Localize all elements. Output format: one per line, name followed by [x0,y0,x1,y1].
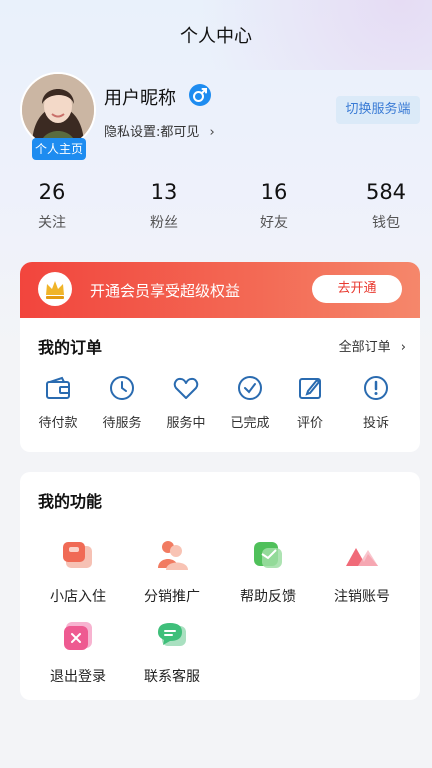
func-distribution[interactable]: 分销推广 [132,538,212,606]
stat-label: 钱包 [372,215,400,231]
stat-value: 26 [38,180,66,204]
func-help-feedback[interactable]: 帮助反馈 [228,538,308,606]
edit-icon [296,374,324,402]
func-label: 分销推广 [144,589,200,605]
open-vip-button[interactable]: 去开通 [312,275,402,303]
func-cancel-account[interactable]: 注销账号 [322,538,402,606]
stat-value: 13 [150,180,178,204]
order-label: 投诉 [362,416,389,431]
avatar-image [22,74,94,146]
order-review[interactable]: 评价 [280,374,340,431]
func-shop-join[interactable]: 小店入住 [38,538,118,606]
order-pending-payment[interactable]: 待付款 [28,374,88,431]
logout-icon [60,618,96,652]
avatar[interactable] [20,72,96,148]
male-icon [189,84,211,106]
privacy-settings[interactable]: 隐私设置:都可见 › [104,121,215,140]
order-in-service[interactable]: 服务中 [156,374,216,431]
shop-icon [60,538,96,572]
vip-banner[interactable]: 开通会员享受超级权益 去开通 [20,262,420,318]
func-label: 小店入住 [50,589,106,605]
stat-fans[interactable]: 13 粉丝 [124,180,204,232]
orders-card: 我的订单 全部订单 › 待付款 待服务 服务中 已完成 评价 投诉 [20,318,420,452]
func-label: 注销账号 [334,589,390,605]
page-title: 个人中心 [180,26,252,47]
stat-value: 584 [365,180,407,204]
order-label: 评价 [296,416,323,431]
stat-value: 16 [260,180,288,204]
user-nickname: 用户昵称 [104,88,176,109]
order-completed[interactable]: 已完成 [220,374,280,431]
order-complaint[interactable]: 投诉 [346,374,406,431]
order-pending-service[interactable]: 待服务 [92,374,152,431]
stat-friends[interactable]: 16 好友 [234,180,314,232]
privacy-label: 隐私设置:都可见 [104,125,200,140]
order-label: 待付款 [38,416,78,431]
alert-icon [362,374,390,402]
mountain-icon [344,538,380,572]
stats-row: 26 关注 13 粉丝 16 好友 584 钱包 [0,180,432,240]
func-label: 联系客服 [144,669,200,685]
wallet-icon [44,374,72,402]
feedback-icon [250,538,286,572]
functions-card: 我的功能 小店入住 分销推广 帮助反馈 注销账号 退出登录 联系客服 [20,472,420,700]
stat-follow[interactable]: 26 关注 [12,180,92,232]
order-label: 已完成 [230,416,270,431]
functions-title: 我的功能 [38,492,103,511]
crown-icon [38,272,72,306]
heart-icon [172,374,200,402]
order-label: 服务中 [166,416,206,431]
func-label: 帮助反馈 [240,589,296,605]
clock-icon [108,374,136,402]
personal-home-badge[interactable]: 个人主页 [32,138,86,160]
chat-icon [154,618,190,652]
order-label: 待服务 [102,416,142,431]
chevron-right-icon: › [209,125,215,140]
func-contact-support[interactable]: 联系客服 [132,618,212,686]
stat-label: 关注 [38,215,66,231]
orders-title: 我的订单 [38,338,103,357]
func-label: 退出登录 [50,669,106,685]
check-circle-icon [236,374,264,402]
stat-label: 粉丝 [150,215,178,231]
vip-text: 开通会员享受超级权益 [90,282,241,300]
stat-wallet[interactable]: 584 钱包 [346,180,426,232]
stat-label: 好友 [260,215,288,231]
all-orders-label: 全部订单 [338,340,391,355]
all-orders-link[interactable]: 全部订单 › [339,336,406,355]
people-icon [154,538,190,572]
chevron-right-icon: › [400,340,406,355]
switch-service-button[interactable]: 切换服务端 [336,96,420,124]
func-logout[interactable]: 退出登录 [38,618,118,686]
